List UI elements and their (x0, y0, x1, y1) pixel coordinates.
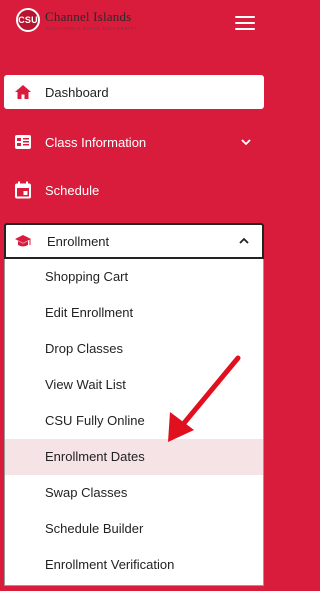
nav-item-label: Dashboard (45, 84, 109, 100)
submenu-item-label: CSU Fully Online (45, 413, 145, 428)
submenu-item-label: Enrollment Verification (45, 557, 175, 572)
submenu-item-enrollment-dates[interactable]: Enrollment Dates (5, 439, 263, 475)
nav-item-class-information[interactable]: Class Information (4, 125, 264, 159)
submenu-item-swap-classes[interactable]: Swap Classes (5, 475, 263, 511)
submenu-item-label: Drop Classes (45, 341, 124, 356)
submenu-item-schedule-builder[interactable]: Schedule Builder (5, 511, 263, 547)
graduation-cap-icon (15, 235, 31, 247)
submenu-item-csu-fully-online[interactable]: CSU Fully Online (5, 403, 263, 439)
enrollment-submenu: Shopping Cart Edit Enrollment Drop Class… (4, 259, 264, 586)
submenu-item-drop-classes[interactable]: Drop Classes (5, 331, 263, 367)
logo-name: Channel Islands (45, 9, 132, 24)
submenu-item-label: Schedule Builder (45, 521, 144, 536)
hamburger-menu-icon[interactable] (235, 16, 255, 30)
submenu-item-label: Swap Classes (45, 485, 128, 500)
chevron-down-icon (241, 139, 251, 146)
submenu-item-view-wait-list[interactable]: View Wait List (5, 367, 263, 403)
calendar-icon (15, 181, 31, 199)
submenu-item-label: View Wait List (45, 377, 126, 392)
submenu-item-label: Shopping Cart (45, 269, 129, 284)
csu-logo-mark: CSU (16, 8, 40, 32)
submenu-item-enrollment-verification[interactable]: Enrollment Verification (5, 547, 263, 583)
submenu-item-shopping-cart[interactable]: Shopping Cart (5, 259, 263, 295)
submenu-item-label: Edit Enrollment (45, 305, 134, 320)
submenu-item-label: Enrollment Dates (45, 449, 145, 464)
nav-item-label: Enrollment (47, 233, 110, 249)
nav-item-label: Class Information (45, 134, 147, 150)
logo-subtitle: CALIFORNIA STATE UNIVERSITY (46, 26, 138, 31)
nav-item-label: Schedule (45, 182, 100, 198)
csu-channel-islands-logo[interactable]: CSU Channel Islands CALIFORNIA STATE UNI… (14, 5, 154, 37)
nav-item-enrollment[interactable]: Enrollment (4, 223, 264, 259)
nav-item-schedule[interactable]: Schedule (4, 173, 264, 207)
nav-item-dashboard[interactable]: Dashboard (4, 75, 264, 109)
app-header: CSU Channel Islands CALIFORNIA STATE UNI… (0, 0, 278, 44)
chevron-up-icon (239, 237, 249, 244)
submenu-item-edit-enrollment[interactable]: Edit Enrollment (5, 295, 263, 331)
class-information-icon (15, 135, 31, 149)
home-icon (15, 85, 31, 99)
